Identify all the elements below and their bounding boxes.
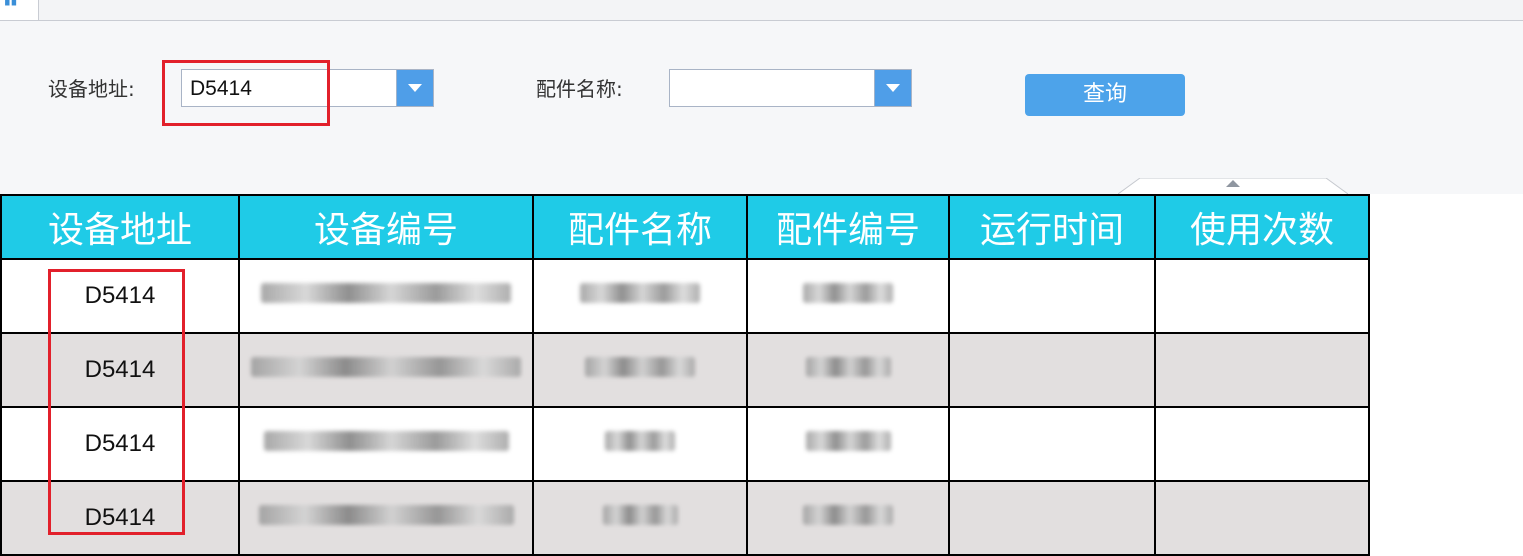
redacted-text: [263, 431, 509, 451]
results-table: 设备地址 设备编号 配件名称 配件编号 运行时间 使用次数 D5414 D541…: [0, 194, 1370, 556]
run-time-cell: [948, 480, 1156, 556]
use-count-cell: [1154, 258, 1370, 334]
table-row[interactable]: D5414: [0, 480, 1370, 556]
use-count-cell: [1154, 332, 1370, 408]
address-cell: D5414: [0, 332, 240, 408]
redacted-text: [803, 505, 893, 525]
part-name-cell: [532, 332, 748, 408]
chevron-down-icon[interactable]: [396, 70, 433, 106]
part-name-label: 配件名称:: [536, 77, 623, 101]
redacted-text: [251, 357, 521, 377]
table-row[interactable]: D5414: [0, 406, 1370, 482]
part-no-cell: [746, 406, 950, 482]
part-no-cell: [746, 480, 950, 556]
column-header[interactable]: 设备地址: [0, 194, 240, 260]
query-button[interactable]: 查询: [1025, 74, 1185, 116]
part-name-cell: [532, 480, 748, 556]
table-row[interactable]: D5414: [0, 332, 1370, 408]
column-header[interactable]: 设备编号: [238, 194, 534, 260]
part-no-cell: [746, 332, 950, 408]
redacted-text: [258, 505, 514, 525]
redacted-text: [585, 357, 695, 377]
device-no-cell: [238, 258, 534, 334]
column-header[interactable]: 配件名称: [532, 194, 748, 260]
address-cell: D5414: [0, 406, 240, 482]
use-count-cell: [1154, 480, 1370, 556]
part-no-cell: [746, 258, 950, 334]
table-row[interactable]: D5414: [0, 258, 1370, 334]
redacted-text: [602, 505, 678, 525]
device-no-cell: [238, 480, 534, 556]
collapse-handle[interactable]: [1118, 178, 1348, 194]
redacted-text: [805, 357, 891, 377]
use-count-cell: [1154, 406, 1370, 482]
tab-strip: ▮▮: [0, 0, 1523, 21]
address-label: 设备地址:: [48, 77, 135, 101]
part-name-combo[interactable]: [669, 69, 912, 107]
device-no-cell: [238, 332, 534, 408]
redacted-text: [580, 283, 700, 303]
redacted-text: [261, 283, 511, 303]
address-cell: D5414: [0, 258, 240, 334]
redacted-text: [803, 283, 893, 303]
address-value[interactable]: D5414: [190, 77, 252, 101]
table-header-row: 设备地址 设备编号 配件名称 配件编号 运行时间 使用次数: [0, 194, 1370, 260]
redacted-text: [805, 431, 891, 451]
tab-icon: ▮▮: [4, 0, 18, 7]
column-header[interactable]: 运行时间: [948, 194, 1156, 260]
address-cell: D5414: [0, 480, 240, 556]
chevron-down-icon[interactable]: [874, 70, 911, 106]
run-time-cell: [948, 406, 1156, 482]
device-no-cell: [238, 406, 534, 482]
column-header[interactable]: 使用次数: [1154, 194, 1370, 260]
redacted-text: [605, 431, 675, 451]
part-name-cell: [532, 406, 748, 482]
filter-panel: 设备地址: D5414 配件名称: 查询: [0, 21, 1523, 194]
column-header[interactable]: 配件编号: [746, 194, 950, 260]
address-combo[interactable]: D5414: [181, 69, 434, 107]
part-name-cell: [532, 258, 748, 334]
tab-current[interactable]: ▮▮: [0, 0, 39, 20]
run-time-cell: [948, 332, 1156, 408]
run-time-cell: [948, 258, 1156, 334]
